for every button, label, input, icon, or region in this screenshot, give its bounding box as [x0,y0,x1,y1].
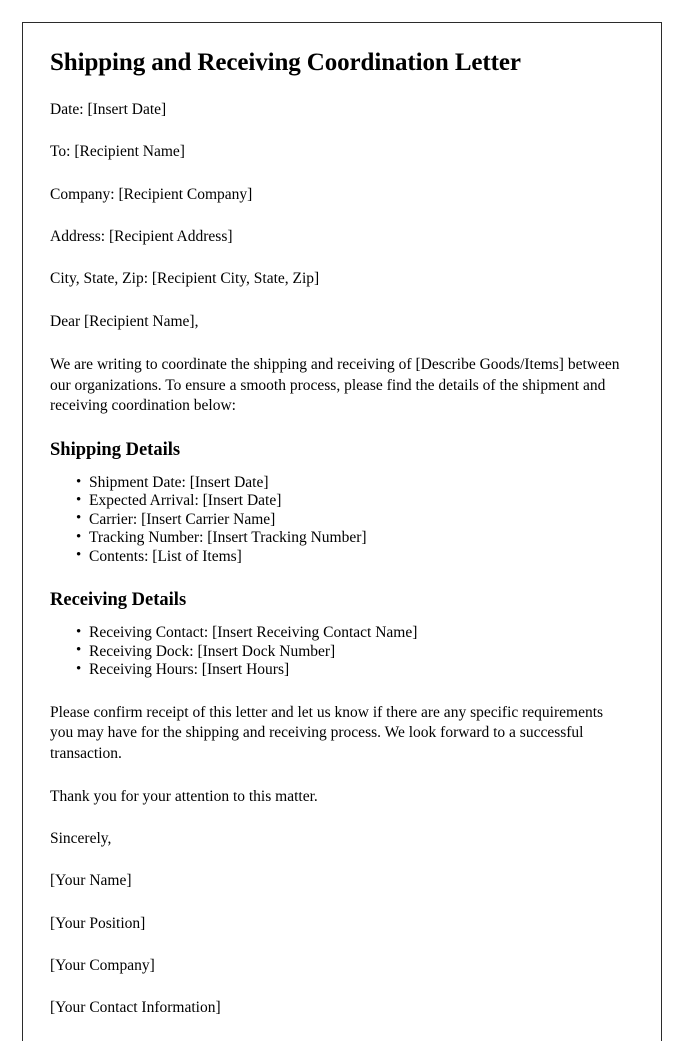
intro-paragraph: We are writing to coordinate the shippin… [50,356,620,415]
field-recipient-company: Company: [Recipient Company] [50,185,253,203]
shipping-details-heading: Shipping Details [50,439,181,460]
list-item: Shipment Date: [Insert Date] [50,474,634,492]
field-date: Date: [Insert Date] [50,100,167,118]
confirmation-paragraph: Please confirm receipt of this letter an… [50,703,604,762]
page-title: Shipping and Receiving Coordination Lett… [50,49,521,76]
list-item: Receiving Hours: [Insert Hours] [50,661,634,679]
signature-your-name: [Your Name] [50,872,132,890]
field-recipient-address: Address: [Recipient Address] [50,227,233,245]
document-page: Shipping and Receiving Coordination Lett… [22,22,662,1041]
receiving-details-heading: Receiving Details [50,590,187,611]
signature-your-company: [Your Company] [50,957,155,975]
list-item: Expected Arrival: [Insert Date] [50,492,634,510]
signature-your-position: [Your Position] [50,914,146,932]
field-recipient-city-state-zip: City, State, Zip: [Recipient City, State… [50,270,320,288]
sign-off: Sincerely, [50,829,112,847]
list-item: Contents: [List of Items] [50,547,634,566]
signature-your-contact-information: [Your Contact Information] [50,999,221,1017]
list-item: Receiving Contact: [Insert Receiving Con… [50,624,634,642]
salutation: Dear [Recipient Name], [50,312,199,330]
field-recipient-name: To: [Recipient Name] [50,143,185,161]
list-item: Receiving Dock: [Insert Dock Number] [50,642,634,661]
list-item: Carrier: [Insert Carrier Name] [50,510,634,529]
shipping-details-list: Shipment Date: [Insert Date] Expected Ar… [50,474,634,566]
receiving-details-list: Receiving Contact: [Insert Receiving Con… [50,624,634,679]
list-item: Tracking Number: [Insert Tracking Number… [50,529,634,547]
thank-you-line: Thank you for your attention to this mat… [50,787,318,805]
